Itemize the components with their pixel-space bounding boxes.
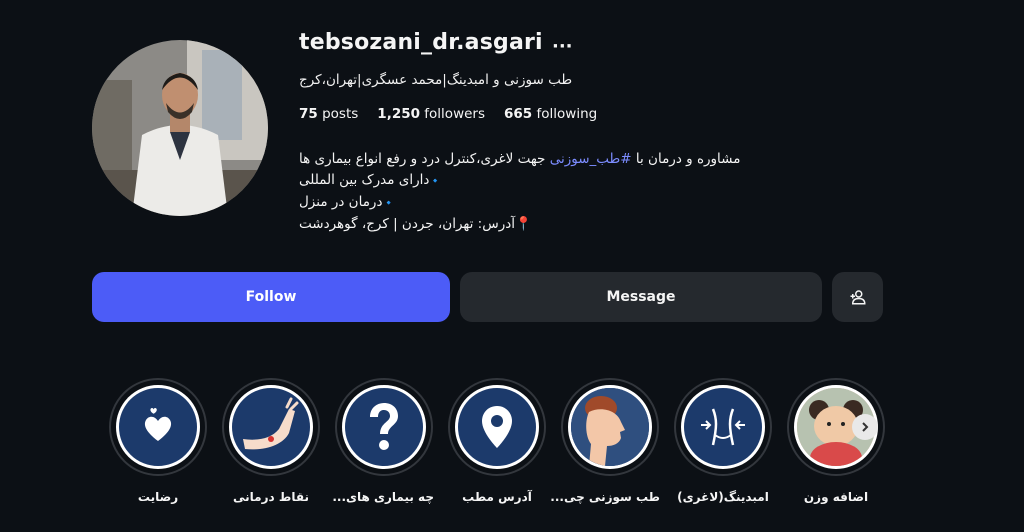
highlight-ring [674,378,772,476]
diamond-icon: 🔹 [429,176,442,187]
highlight-cover [455,385,539,469]
hashtag-link[interactable]: #طب_سوزنی [550,151,632,167]
highlight-item[interactable]: امبدینگ(لاغری) [673,378,773,504]
bio-line-4: 📍آدرس: تهران، جردن | کرج، گوهردشت [299,214,839,235]
person-add-icon [850,290,866,305]
face-profile-icon [571,388,649,466]
arm-icon [243,397,299,450]
highlight-ring [222,378,320,476]
posts-label: posts [322,106,359,122]
full-name: طب سوزنی و امبدینگ|محمد عسگری|تهران،کرج [299,72,573,88]
profile-stats: 75 posts 1,250 followers 665 following [299,106,597,122]
bio: مشاوره و درمان با #طب_سوزنی جهت لاغری،کن… [299,149,839,235]
highlight-cover [681,385,765,469]
followers-count: 1,250 [377,106,420,122]
highlight-item[interactable]: اضافه وزن [786,378,886,504]
next-highlights-button[interactable] [852,414,878,440]
highlight-ring [335,378,433,476]
followers-label: followers [424,106,486,122]
pin-icon: 📍 [514,216,532,232]
username: tebsozani_dr.asgari [299,30,543,55]
following-count: 665 [504,106,533,122]
followers-stat[interactable]: 1,250 followers [377,106,485,122]
bio-line1-pre: مشاوره و درمان با [631,151,741,167]
follow-button[interactable]: Follow [92,272,450,322]
highlight-label: چه بیماری های... [332,490,434,504]
highlight-label: آدرس مطب [462,490,532,504]
highlight-ring [109,378,207,476]
highlight-label: طب سوزنی چی... [550,490,660,504]
bio-line-2: 🔹دارای مدرک بین المللی [299,170,839,192]
highlight-item[interactable]: نقاط درمانی [221,378,321,504]
highlight-ring [448,378,546,476]
chevron-right-icon [862,422,869,432]
bio-line1-post: جهت لاغری،کنترل درد و رفع انواع بیماری ه… [299,151,550,167]
story-highlights: رضایت نقاط درمانی چه بیماری های... آدرس … [108,378,888,508]
following-label: following [536,106,598,122]
bio-line-1: مشاوره و درمان با #طب_سوزنی جهت لاغری،کن… [299,149,839,170]
highlight-label: رضایت [137,490,179,504]
posts-stat[interactable]: 75 posts [299,106,358,122]
profile-avatar[interactable] [92,40,268,216]
bio-line4-text: آدرس: تهران، جردن | کرج، گوهردشت [299,216,515,232]
message-button[interactable]: Message [460,272,822,322]
heart-hands-icon [144,408,172,441]
location-pin-icon [482,406,512,448]
avatar-photo [92,40,268,216]
highlight-cover [229,385,313,469]
highlight-cover [116,385,200,469]
bio-line3-text: درمان در منزل [299,194,383,210]
highlight-cover [342,385,426,469]
bio-line2-text: دارای مدرک بین المللی [299,172,430,188]
following-stat[interactable]: 665 following [504,106,597,122]
highlight-label: امبدینگ(لاغری) [677,490,769,504]
highlight-item[interactable]: طب سوزنی چی... [550,378,660,504]
bio-line-3: 🔹درمان در منزل [299,192,839,214]
highlight-cover [568,385,652,469]
more-options-button[interactable]: ··· [552,36,573,57]
question-icon [370,403,398,450]
highlight-label: اضافه وزن [803,490,869,504]
highlight-item[interactable]: چه بیماری های... [332,378,434,504]
highlight-ring [561,378,659,476]
diamond-icon: 🔹 [382,198,395,209]
highlight-item[interactable]: رضایت [108,378,208,504]
posts-count: 75 [299,106,318,122]
suggest-user-button[interactable] [832,272,883,322]
highlight-item[interactable]: آدرس مطب [447,378,547,504]
highlight-label: نقاط درمانی [233,490,309,504]
waist-icon [701,408,745,446]
